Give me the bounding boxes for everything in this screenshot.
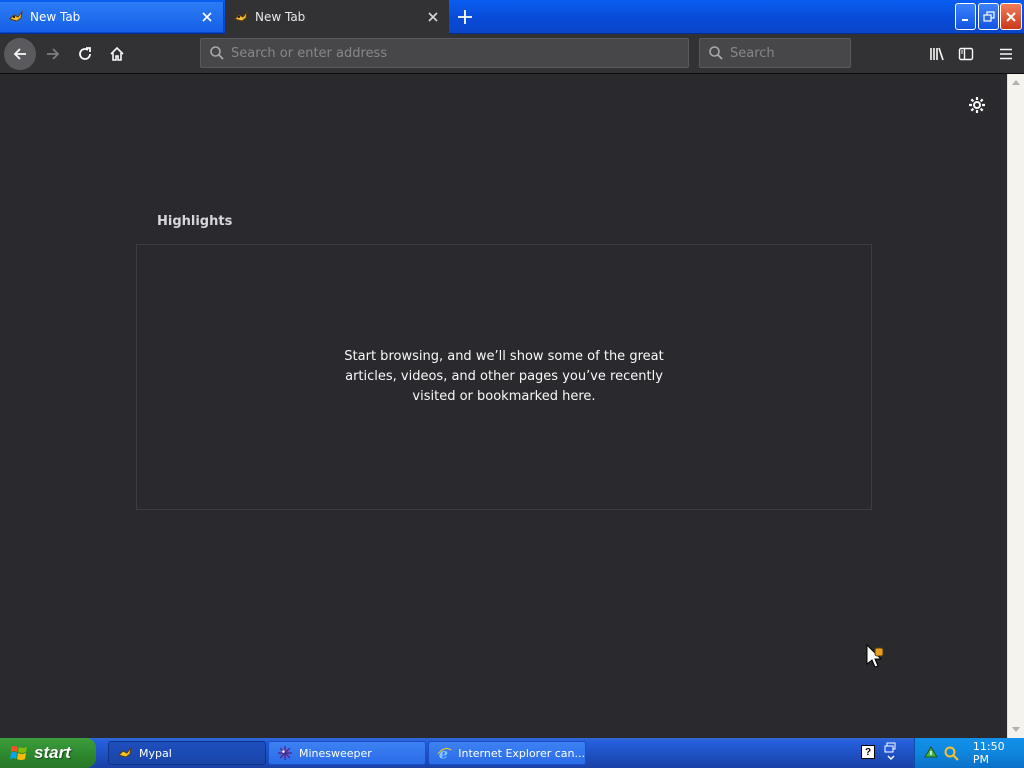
taskbar-item-label: Mypal xyxy=(139,746,172,760)
home-button[interactable] xyxy=(101,38,133,70)
search-input[interactable] xyxy=(730,45,850,61)
magnifier-icon xyxy=(944,746,959,761)
scroll-up-arrow-icon[interactable] xyxy=(1008,74,1024,90)
mypal-icon xyxy=(8,9,24,25)
search-icon xyxy=(709,46,723,60)
highlights-heading: Highlights xyxy=(157,214,233,229)
restore-button[interactable] xyxy=(978,3,999,30)
address-bar[interactable] xyxy=(200,38,689,68)
sidebar-icon xyxy=(958,47,974,61)
help-icon[interactable]: ? xyxy=(861,745,875,759)
gear-icon[interactable] xyxy=(966,94,988,116)
hamburger-menu-icon xyxy=(1000,48,1012,60)
close-icon[interactable] xyxy=(199,9,215,25)
taskbar-item-internet-explorer[interactable]: e Internet Explorer can... xyxy=(428,741,586,765)
start-label: start xyxy=(34,743,71,762)
close-icon xyxy=(1006,11,1016,22)
library-button[interactable] xyxy=(921,38,953,70)
scroll-down-arrow-icon[interactable] xyxy=(1008,722,1024,738)
network-icon xyxy=(924,746,938,758)
highlights-empty-message: Start browsing, and we’ll show some of t… xyxy=(344,349,664,404)
taskbar-item-label: Minesweeper xyxy=(299,746,372,760)
arrow-left-icon xyxy=(13,48,26,60)
system-tray: 11:50 PM xyxy=(914,738,1024,768)
home-icon xyxy=(110,46,124,61)
search-icon xyxy=(210,46,224,60)
tab-label: New Tab xyxy=(255,10,306,24)
tab-new-tab-2[interactable]: New Tab xyxy=(225,0,449,34)
mypal-icon xyxy=(118,746,132,758)
arrow-right-icon xyxy=(47,48,60,60)
reload-button[interactable] xyxy=(69,38,101,70)
mypal-icon xyxy=(233,9,249,25)
navigation-toolbar xyxy=(0,34,1024,74)
tab-new-tab-1[interactable]: New Tab xyxy=(0,2,224,32)
language-bar-icon[interactable] xyxy=(884,742,898,762)
sidebar-button[interactable] xyxy=(950,38,982,70)
taskbar-item-mypal[interactable]: Mypal xyxy=(108,741,266,765)
menu-button[interactable] xyxy=(990,38,1022,70)
restore-icon xyxy=(982,10,995,22)
address-input[interactable] xyxy=(231,45,688,61)
plus-icon xyxy=(458,10,472,24)
taskbar-item-minesweeper[interactable]: Minesweeper xyxy=(268,741,426,765)
back-button[interactable] xyxy=(4,38,36,70)
new-tab-page: Highlights Start browsing, and we’ll sho… xyxy=(0,74,1007,738)
close-icon[interactable] xyxy=(425,9,441,25)
vertical-scrollbar[interactable] xyxy=(1007,74,1024,738)
forward-button[interactable] xyxy=(37,38,69,70)
new-tab-button[interactable] xyxy=(454,6,476,28)
close-window-button[interactable] xyxy=(1000,3,1022,30)
minesweeper-icon xyxy=(278,746,292,760)
reload-icon xyxy=(79,47,91,60)
minimize-button[interactable] xyxy=(955,3,976,30)
title-bar: New Tab New Tab xyxy=(0,0,1024,34)
highlights-section: Start browsing, and we’ll show some of t… xyxy=(136,244,872,510)
minimize-icon xyxy=(961,18,968,21)
taskbar-item-label: Internet Explorer can... xyxy=(458,746,585,760)
clock: 11:50 PM xyxy=(972,740,1005,766)
library-icon xyxy=(930,47,944,61)
tab-label: New Tab xyxy=(30,10,81,24)
start-button[interactable]: start xyxy=(0,738,96,768)
busy-cursor-icon xyxy=(864,642,886,668)
windows-logo-icon xyxy=(10,746,27,760)
search-bar[interactable] xyxy=(699,38,851,68)
ie-icon: e xyxy=(437,747,452,761)
